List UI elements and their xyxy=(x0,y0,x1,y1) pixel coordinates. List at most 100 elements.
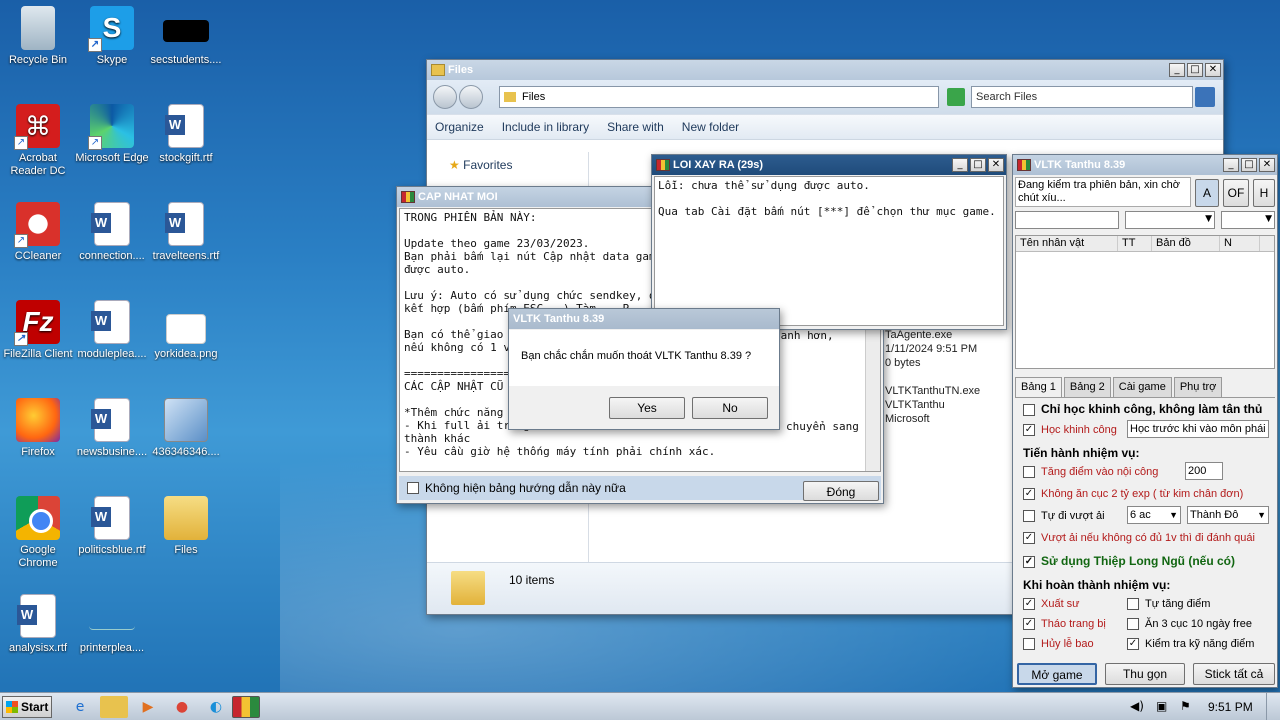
tab-1[interactable]: Bảng 1 xyxy=(1015,377,1062,397)
desktop-icon[interactable]: Firefox xyxy=(0,398,76,459)
open-game-button[interactable]: Mở game xyxy=(1017,663,1097,685)
clock[interactable]: 9:51 PM xyxy=(1208,700,1253,714)
forward-icon[interactable] xyxy=(459,85,483,109)
close-icon[interactable]: ✕ xyxy=(988,158,1004,172)
desktop-icon[interactable]: secstudents.... xyxy=(148,6,224,67)
tab-2[interactable]: Bảng 2 xyxy=(1063,377,1111,397)
desktop-icon[interactable]: 436346346.... xyxy=(148,398,224,459)
desktop-icon[interactable]: Recycle Bin xyxy=(0,6,76,67)
opt-cancel-row[interactable]: Hủy lễ bao xyxy=(1023,638,1094,651)
opt-check-skill-row[interactable]: ✓ Kiểm tra kỹ năng điểm xyxy=(1127,638,1254,651)
desktop-icon[interactable]: Files xyxy=(148,496,224,557)
edge-icon[interactable]: ◐ xyxy=(202,696,230,718)
opt-learn-row[interactable]: ✓ Học khinh công xyxy=(1023,424,1117,437)
desktop-icon[interactable]: Google Chrome xyxy=(0,496,76,570)
explorer-icon[interactable] xyxy=(100,696,128,718)
refresh-icon[interactable] xyxy=(947,88,965,106)
desktop-icon[interactable]: yorkidea.png xyxy=(148,300,224,361)
desktop-icon[interactable]: travelteens.rtf xyxy=(148,202,224,263)
column-header[interactable]: TT xyxy=(1118,236,1152,251)
opt-add-points-checkbox[interactable] xyxy=(1023,466,1035,479)
desktop-icon[interactable]: newsbusine.... xyxy=(74,398,150,459)
include-library-menu[interactable]: Include in library xyxy=(502,120,589,134)
ie-icon[interactable]: e xyxy=(66,696,94,718)
opt-check-skill-checkbox[interactable]: ✓ xyxy=(1127,638,1139,651)
opt-add-points-row[interactable]: Tăng điểm vào nội công xyxy=(1023,466,1158,479)
opt-master-row[interactable]: ✓ Xuất sư xyxy=(1023,598,1080,611)
extra-select[interactable]: ▼ xyxy=(1221,211,1275,229)
desktop-icon[interactable]: moduleplea.... xyxy=(74,300,150,361)
desktop-icon[interactable]: stockgift.rtf xyxy=(148,104,224,165)
opt-auto-points-checkbox[interactable] xyxy=(1127,598,1139,611)
opt-self-pass-checkbox[interactable] xyxy=(1023,510,1035,523)
opt-learn-checkbox[interactable]: ✓ xyxy=(1023,424,1035,437)
error-titlebar[interactable]: LOI XAY RA (29s) _ □ ✕ xyxy=(652,155,1006,175)
share-with-menu[interactable]: Share with xyxy=(607,120,664,134)
file-entry-vltktanthutn[interactable]: VLTKTanthuTN.exe VLTKTanthu Microsoft xyxy=(885,384,1015,426)
a-button[interactable]: A xyxy=(1195,179,1219,207)
explorer-titlebar[interactable]: Files _ □ ✕ xyxy=(427,60,1223,80)
opt-unequip-checkbox[interactable]: ✓ xyxy=(1023,618,1035,631)
desktop-icon[interactable]: ↗ CCleaner xyxy=(0,202,76,263)
yes-button[interactable]: Yes xyxy=(609,397,685,419)
opt-unequip-row[interactable]: ✓ Tháo trang bị xyxy=(1023,618,1106,631)
back-icon[interactable] xyxy=(433,85,457,109)
vltk-titlebar[interactable]: VLTK Tanthu 8.39 _ □ ✕ xyxy=(1013,155,1277,175)
desktop-icon[interactable]: Fz ↗ FileZilla Client xyxy=(0,300,76,361)
pass-select-2[interactable]: Thành Đô ▼ xyxy=(1187,506,1269,524)
opt-auto-points-row[interactable]: Tự tăng điểm xyxy=(1127,598,1210,611)
close-icon[interactable]: ✕ xyxy=(1205,63,1221,77)
add-points-input[interactable]: 200 xyxy=(1185,462,1223,480)
desktop-icon[interactable]: ↗ Microsoft Edge xyxy=(74,104,150,165)
confirm-titlebar[interactable]: VLTK Tanthu 8.39 xyxy=(509,309,779,329)
show-desktop-button[interactable] xyxy=(1266,693,1280,720)
opt-no-eat-checkbox[interactable]: ✓ xyxy=(1023,488,1035,501)
minimize-icon[interactable]: _ xyxy=(1169,63,1185,77)
collapse-button[interactable]: Thu gọn xyxy=(1105,663,1185,685)
account-select[interactable] xyxy=(1015,211,1119,229)
column-header[interactable]: Bản đồ xyxy=(1152,236,1220,251)
no-button[interactable]: No xyxy=(692,397,768,419)
search-input[interactable]: Search Files xyxy=(971,86,1193,108)
opt-no-master-row[interactable]: Chỉ học khinh công, không làm tân thủ xyxy=(1023,402,1262,416)
chrome-icon[interactable]: ● xyxy=(168,696,196,718)
desktop-icon[interactable]: ⌘ ↗ Acrobat Reader DC xyxy=(0,104,76,178)
pass-select-1[interactable]: 6 ac ▼ xyxy=(1127,506,1181,524)
opt-no-master-checkbox[interactable] xyxy=(1023,403,1035,416)
opt-pass-if-checkbox[interactable]: ✓ xyxy=(1023,532,1035,545)
maximize-icon[interactable]: □ xyxy=(970,158,986,172)
volume-icon[interactable]: ◀) xyxy=(1130,699,1144,713)
file-entry-taagente[interactable]: TaAgente.exe 1/11/2024 9:51 PM 0 bytes xyxy=(885,328,1015,370)
desktop-icon[interactable]: politicsblue.rtf xyxy=(74,496,150,557)
dont-show-checkbox[interactable] xyxy=(407,482,419,494)
maximize-icon[interactable]: □ xyxy=(1187,63,1203,77)
flag-icon[interactable]: ⚑ xyxy=(1180,699,1191,713)
close-button[interactable]: Đóng xyxy=(803,481,879,501)
opt-use-ticket-checkbox[interactable]: ✓ xyxy=(1023,555,1035,568)
opt-master-checkbox[interactable]: ✓ xyxy=(1023,598,1035,611)
maximize-icon[interactable]: □ xyxy=(1241,158,1257,172)
desktop-icon[interactable]: analysisx.rtf xyxy=(0,594,76,655)
opt-cancel-checkbox[interactable] xyxy=(1023,638,1035,651)
search-icon[interactable] xyxy=(1195,87,1215,107)
learn-select[interactable]: Học trước khi vào môn phái xyxy=(1127,420,1269,438)
vltk-app-icon[interactable] xyxy=(232,696,260,718)
tab-3[interactable]: Cài game xyxy=(1112,377,1172,397)
address-bar[interactable]: Files xyxy=(499,86,939,108)
opt-pass-if-row[interactable]: ✓ Vượt ải nếu không có đủ 1v thì đi đánh … xyxy=(1023,532,1255,545)
organize-menu[interactable]: Organize xyxy=(435,120,484,134)
start-button[interactable]: Start xyxy=(2,696,52,718)
network-icon[interactable]: ▣ xyxy=(1156,699,1167,713)
column-header[interactable]: Tên nhân vật xyxy=(1016,236,1118,251)
close-icon[interactable]: ✕ xyxy=(1259,158,1275,172)
tab-4[interactable]: Phụ trợ xyxy=(1173,377,1223,397)
desktop-icon[interactable]: connection.... xyxy=(74,202,150,263)
opt-eat-10-checkbox[interactable] xyxy=(1127,618,1139,631)
media-player-icon[interactable]: ▶ xyxy=(134,696,162,718)
h-button[interactable]: H xyxy=(1253,179,1275,207)
character-table[interactable]: Tên nhân vật TT Bản đồ N xyxy=(1015,235,1275,369)
minimize-icon[interactable]: _ xyxy=(1223,158,1239,172)
favorites-item[interactable]: ★ Favorites xyxy=(449,158,588,172)
opt-eat-10-row[interactable]: Ăn 3 cục 10 ngày free xyxy=(1127,618,1252,631)
error-text-area[interactable]: Lỗi: chưa thể sử dụng được auto. Qua tab… xyxy=(654,176,1004,326)
